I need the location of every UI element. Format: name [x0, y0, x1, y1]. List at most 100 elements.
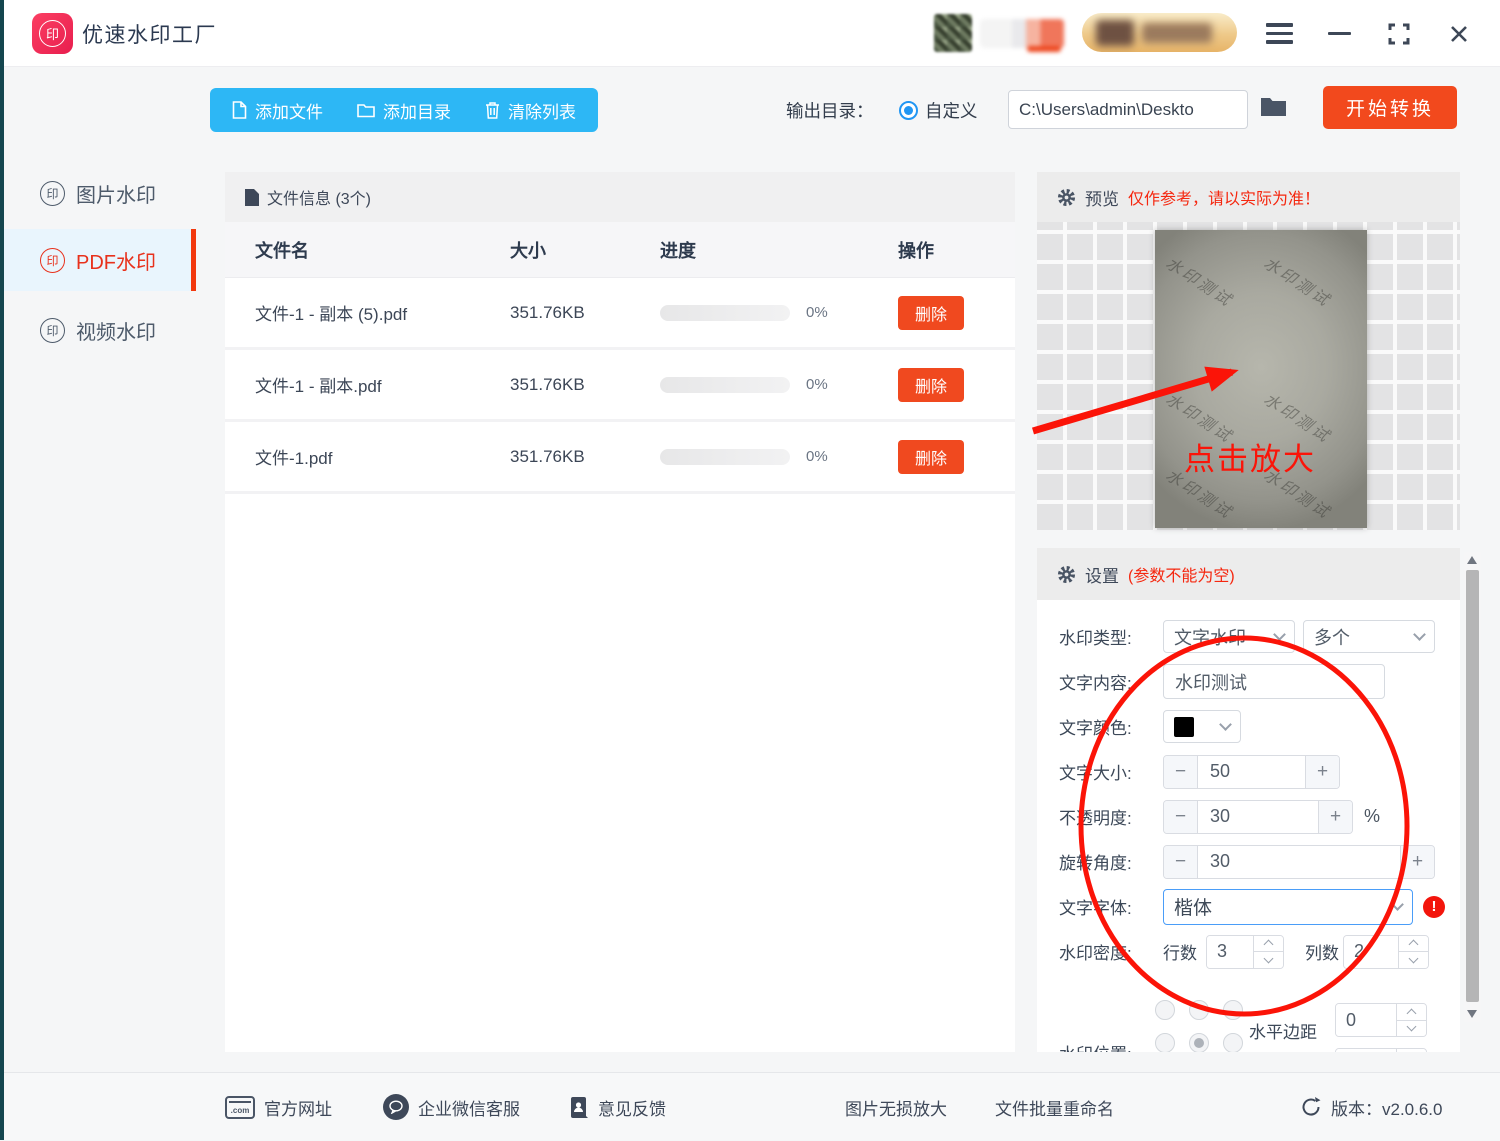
radio-selected-icon — [899, 101, 918, 120]
add-file-label: 添加文件 — [255, 98, 323, 123]
app-window: 印 优速水印工厂 印 图片水印 印 PDF水印 — [0, 0, 1500, 1140]
preview-title: 预览 — [1085, 185, 1119, 210]
add-directory-button[interactable]: 添加目录 — [357, 98, 451, 123]
watermark-text: 水印测试 — [1162, 462, 1239, 524]
app-logo-icon: 印 — [32, 13, 73, 54]
spin-up-button[interactable] — [1397, 1004, 1426, 1021]
preview-panel: 预览 仅作参考，请以实际为准！ 水印测试 水印测试 水印测试 水印测试 水印测试… — [1037, 172, 1460, 530]
clear-list-button[interactable]: 清除列表 — [485, 98, 576, 123]
browse-folder-button[interactable] — [1260, 96, 1287, 117]
chevron-down-icon — [1219, 718, 1232, 731]
scroll-down-arrow-icon[interactable] — [1467, 1010, 1477, 1018]
settings-header: 设置 (参数不能为空) — [1037, 548, 1460, 600]
spin-up-button[interactable] — [1399, 936, 1428, 953]
text-color-select[interactable] — [1163, 710, 1241, 743]
maximize-button[interactable] — [1382, 17, 1416, 51]
color-swatch-black — [1174, 717, 1194, 737]
text-content-input[interactable] — [1163, 664, 1385, 699]
text-content-label: 文字内容: — [1059, 669, 1163, 694]
titlebar: 印 优速水印工厂 — [4, 0, 1500, 67]
custom-output-radio[interactable]: 自定义 — [899, 88, 978, 132]
output-path-input[interactable] — [1008, 90, 1248, 129]
position-radio[interactable] — [1189, 1000, 1209, 1020]
trash-icon — [485, 101, 500, 119]
increase-button[interactable]: + — [1400, 846, 1434, 878]
scrollbar-thumb[interactable] — [1466, 570, 1479, 1002]
refresh-icon — [1300, 1096, 1322, 1118]
delete-button[interactable]: 删除 — [898, 440, 964, 474]
batch-rename-link[interactable]: 文件批量重命名 — [995, 1073, 1114, 1141]
rows-input[interactable] — [1207, 936, 1253, 968]
decrease-button[interactable]: − — [1164, 846, 1198, 878]
density-label: 水印密度: — [1059, 939, 1163, 964]
version-info: 版本：v2.0.6.0 — [1300, 1073, 1443, 1141]
increase-button[interactable]: + — [1318, 801, 1352, 833]
wechat-support-link[interactable]: 企业微信客服 — [383, 1073, 520, 1141]
file-size: 351.76KB — [510, 303, 660, 323]
progress-text: 0% — [806, 304, 828, 321]
watermark-text: 水印测试 — [1162, 250, 1239, 312]
official-site-link[interactable]: .com 官方网址 — [225, 1073, 332, 1141]
vip-badge[interactable] — [1082, 13, 1237, 52]
spin-down-button[interactable] — [1397, 1021, 1426, 1037]
row-text-color: 文字颜色: — [1037, 704, 1460, 749]
start-convert-button[interactable]: 开始转换 — [1323, 86, 1457, 129]
maximize-icon — [1388, 23, 1410, 45]
add-directory-label: 添加目录 — [383, 98, 451, 123]
watermark-type-select[interactable]: 文字水印 — [1163, 620, 1295, 653]
spin-up-button[interactable] — [1397, 1049, 1426, 1052]
position-radio[interactable] — [1223, 1033, 1243, 1052]
row-text-size: 文字大小: − + — [1037, 749, 1460, 794]
text-size-input[interactable] — [1198, 756, 1305, 788]
folder-icon — [357, 102, 375, 118]
user-name-blurred — [980, 19, 1064, 48]
position-radio[interactable] — [1155, 1000, 1175, 1020]
sidebar-item-image-watermark[interactable]: 印 图片水印 — [4, 162, 196, 224]
preview-page[interactable]: 水印测试 水印测试 水印测试 水印测试 水印测试 水印测试 — [1155, 230, 1367, 528]
watermark-count-select[interactable]: 多个 — [1303, 620, 1435, 653]
gear-icon — [1057, 188, 1076, 207]
website-icon: .com — [225, 1096, 255, 1119]
col-progress: 进度 — [660, 237, 898, 263]
opacity-input[interactable] — [1198, 801, 1318, 833]
table-row: 文件-1 - 副本 (5).pdf 351.76KB 0% 删除 — [225, 278, 1015, 350]
row-density: 水印密度: 行数 列数 — [1037, 929, 1460, 974]
h-margin-input[interactable] — [1336, 1004, 1396, 1036]
font-select[interactable]: 楷体 — [1163, 889, 1413, 925]
image-upscale-label: 图片无损放大 — [845, 1095, 947, 1120]
cols-input[interactable] — [1344, 936, 1398, 968]
spin-down-button[interactable] — [1254, 952, 1283, 968]
settings-scrollbar[interactable] — [1464, 552, 1481, 1022]
feedback-link[interactable]: 意见反馈 — [570, 1073, 666, 1141]
text-size-stepper: − + — [1163, 755, 1340, 789]
sidebar-item-pdf-watermark[interactable]: 印 PDF水印 — [4, 229, 196, 291]
footer: .com 官方网址 企业微信客服 意见反馈 图片无损放大 文件批量重命名 版本：… — [4, 1072, 1500, 1140]
add-file-button[interactable]: 添加文件 — [232, 98, 323, 123]
watermark-text: 水印测试 — [1162, 386, 1239, 448]
minimize-button[interactable] — [1322, 17, 1356, 51]
decrease-button[interactable]: − — [1164, 756, 1198, 788]
close-button[interactable] — [1442, 17, 1476, 51]
delete-button[interactable]: 删除 — [898, 296, 964, 330]
wechat-icon — [383, 1094, 409, 1120]
position-radio-selected[interactable] — [1189, 1033, 1209, 1052]
v-margin-input[interactable] — [1336, 1049, 1396, 1052]
file-size: 351.76KB — [510, 375, 660, 395]
spin-up-button[interactable] — [1254, 936, 1283, 953]
spin-down-button[interactable] — [1399, 952, 1428, 968]
rotation-stepper: − + — [1163, 845, 1435, 879]
sidebar-item-video-watermark[interactable]: 印 视频水印 — [4, 299, 196, 361]
watermark-text: 水印测试 — [1260, 462, 1337, 524]
file-name: 文件-1.pdf — [255, 444, 510, 469]
position-radio[interactable] — [1223, 1000, 1243, 1020]
h-margin-label: 水平边距 — [1249, 1018, 1317, 1043]
position-radio[interactable] — [1155, 1033, 1175, 1052]
menu-button[interactable] — [1262, 17, 1296, 51]
decrease-button[interactable]: − — [1164, 801, 1198, 833]
image-upscale-link[interactable]: 图片无损放大 — [845, 1073, 947, 1141]
increase-button[interactable]: + — [1305, 756, 1339, 788]
delete-button[interactable]: 删除 — [898, 368, 964, 402]
rotation-input[interactable] — [1198, 846, 1400, 878]
scroll-up-arrow-icon[interactable] — [1467, 556, 1477, 564]
user-avatar[interactable] — [934, 14, 972, 52]
